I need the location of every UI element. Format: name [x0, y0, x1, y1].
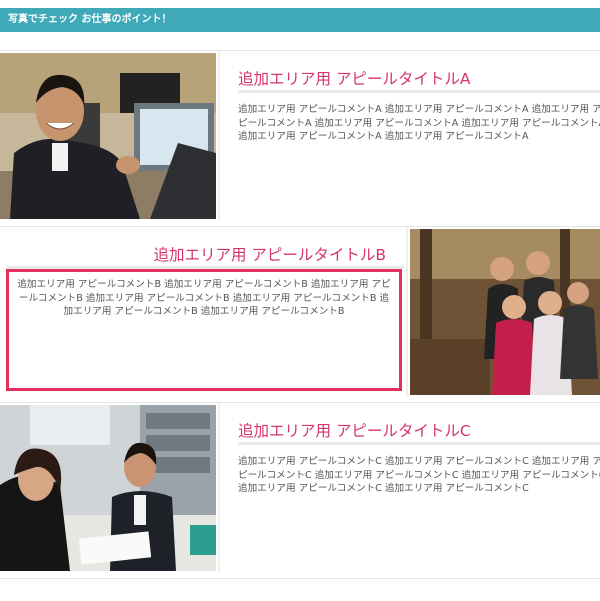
- appeal-section-c: 追加エリア用 アピールタイトルC 追加エリア用 アピールコメントC 追加エリア用…: [0, 402, 600, 574]
- divider: [218, 51, 220, 221]
- appeal-title-c: 追加エリア用 アピールタイトルC: [238, 422, 471, 440]
- section-header: 写真でチェック お仕事のポイント！: [0, 8, 600, 32]
- title-underline: [238, 90, 600, 93]
- photo-office-meeting: [0, 405, 216, 571]
- divider: [406, 227, 408, 397]
- appeal-comment-c: 追加エリア用 アピールコメントC 追加エリア用 アピールコメントC 追加エリア用…: [238, 456, 600, 494]
- appeal-comment-a: 追加エリア用 アピールコメントA 追加エリア用 アピールコメントA 追加エリア用…: [238, 104, 600, 142]
- bottom-divider: [0, 578, 600, 601]
- photo-group-staff: [410, 229, 600, 395]
- appeal-title-b: 追加エリア用 アピールタイトルB: [153, 246, 386, 264]
- appeal-section-b: 追加エリア用 アピールタイトルB 追加エリア用 アピールコメントB 追加エリア用…: [0, 226, 600, 398]
- section-header-title: 写真でチェック お仕事のポイント！: [8, 14, 172, 25]
- divider: [218, 403, 220, 573]
- appeal-title-a: 追加エリア用 アピールタイトルA: [238, 70, 471, 88]
- photo-office-man: [0, 53, 216, 219]
- title-underline: [238, 442, 600, 445]
- appeal-comment-b-highlighted[interactable]: 追加エリア用 アピールコメントB 追加エリア用 アピールコメントB 追加エリア用…: [6, 269, 402, 391]
- appeal-section-a: 追加エリア用 アピールタイトルA 追加エリア用 アピールコメントA 追加エリア用…: [0, 50, 600, 222]
